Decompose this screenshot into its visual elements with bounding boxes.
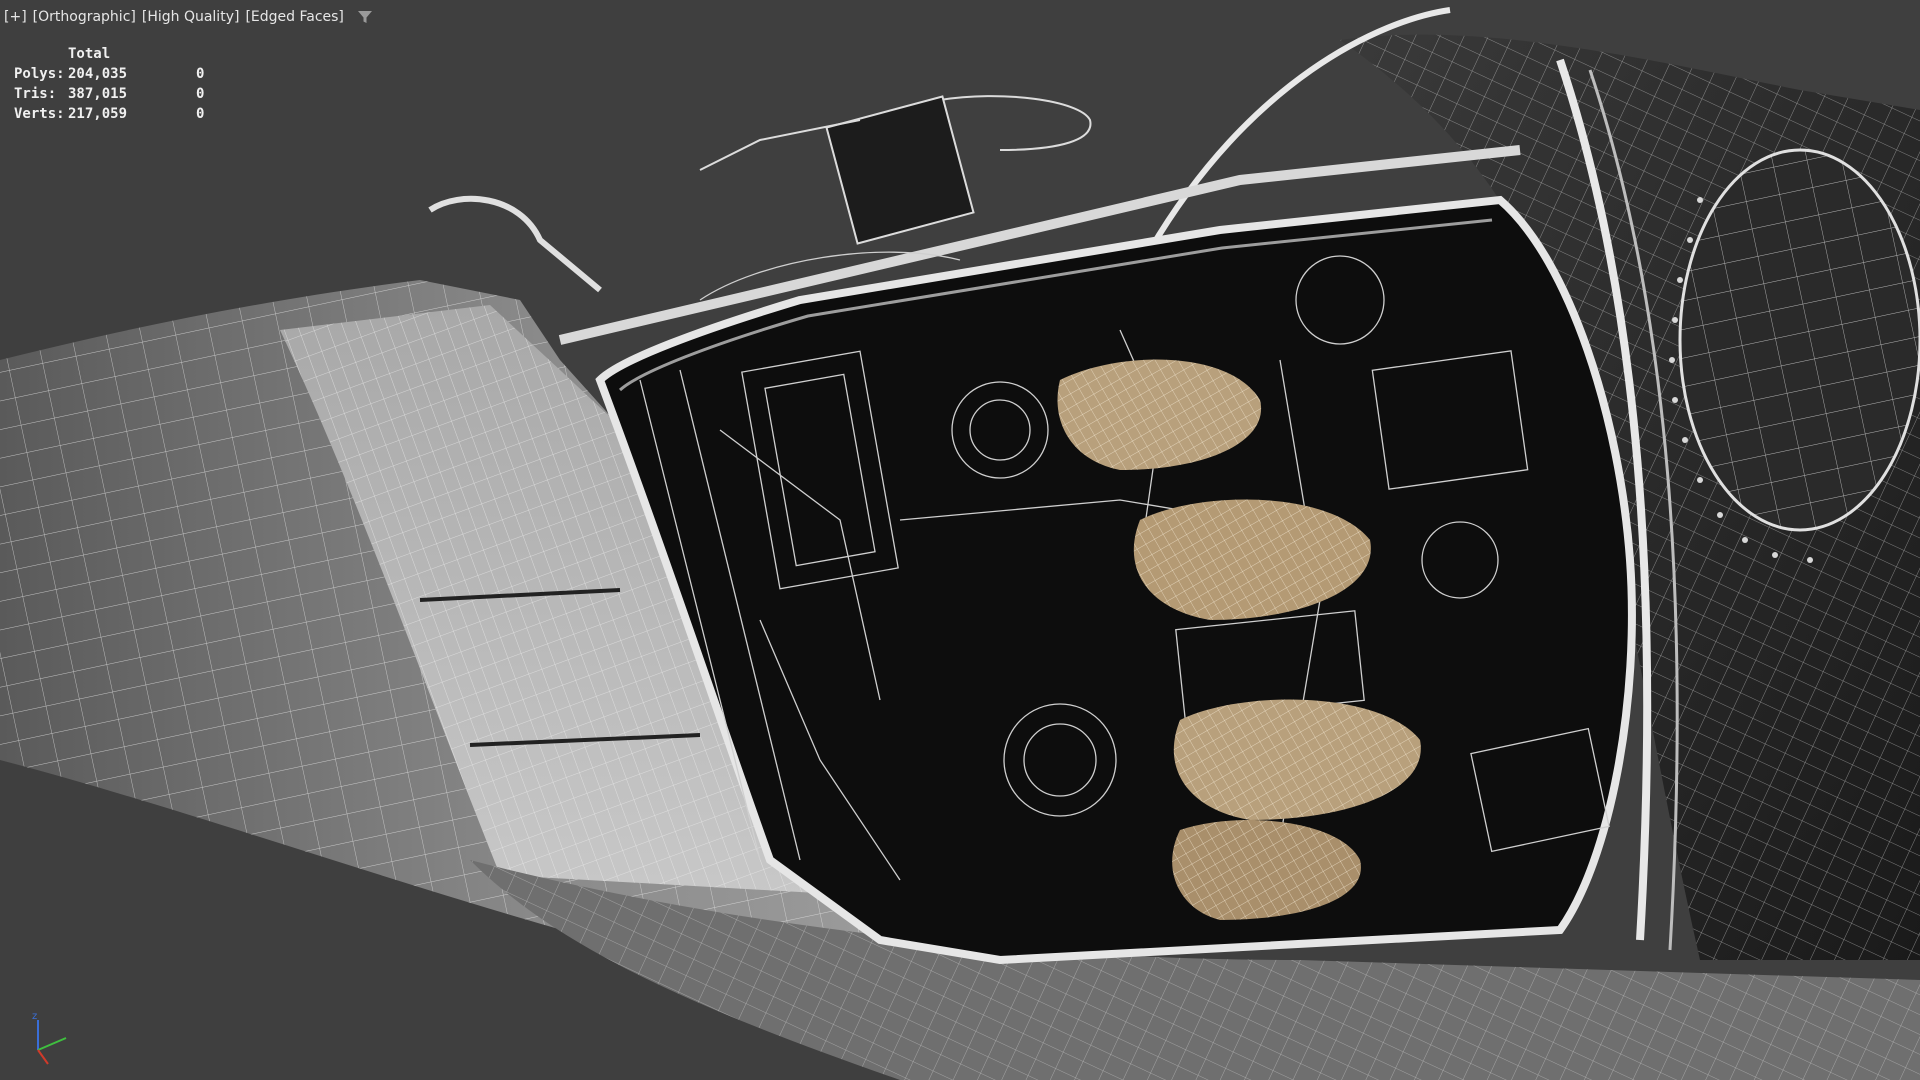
funnel-icon[interactable] — [356, 8, 374, 26]
viewport-shading-menu[interactable]: [High Quality] — [142, 9, 240, 25]
stats-value: 204,035 — [68, 66, 128, 82]
stats-value: 387,015 — [68, 86, 128, 102]
stats-total-header: Total — [68, 46, 111, 62]
viewport-point-of-view-menu[interactable]: [Orthographic] — [33, 9, 136, 25]
stats-selected: 0 — [196, 106, 205, 122]
scene-statistics: Total Polys: 204,035 0 Tris: 387,015 0 V… — [14, 46, 226, 126]
ejection-handle-assembly — [428, 95, 1092, 293]
stats-selected: 0 — [196, 66, 205, 82]
3d-viewport[interactable] — [0, 0, 1920, 1080]
stats-row-tris: Tris: 387,015 0 — [14, 86, 226, 106]
stats-selected: 0 — [196, 86, 205, 102]
stats-label: Tris: — [14, 86, 57, 102]
axis-tripod-icon: z — [26, 1010, 76, 1070]
stats-value: 217,059 — [68, 106, 128, 122]
cockpit-wireframe-render — [0, 7, 1920, 1080]
stats-row-polys: Polys: 204,035 0 — [14, 66, 226, 86]
viewport-general-menu[interactable]: [+] — [4, 9, 27, 25]
stats-row-verts: Verts: 217,059 0 — [14, 106, 226, 126]
axis-z-label: z — [32, 1011, 37, 1022]
stats-label: Polys: — [14, 66, 65, 82]
stats-label: Verts: — [14, 106, 65, 122]
viewport-label-menu: [+] [Orthographic] [High Quality] [Edged… — [4, 6, 374, 28]
viewport-edged-faces-menu[interactable]: [Edged Faces] — [245, 9, 343, 25]
